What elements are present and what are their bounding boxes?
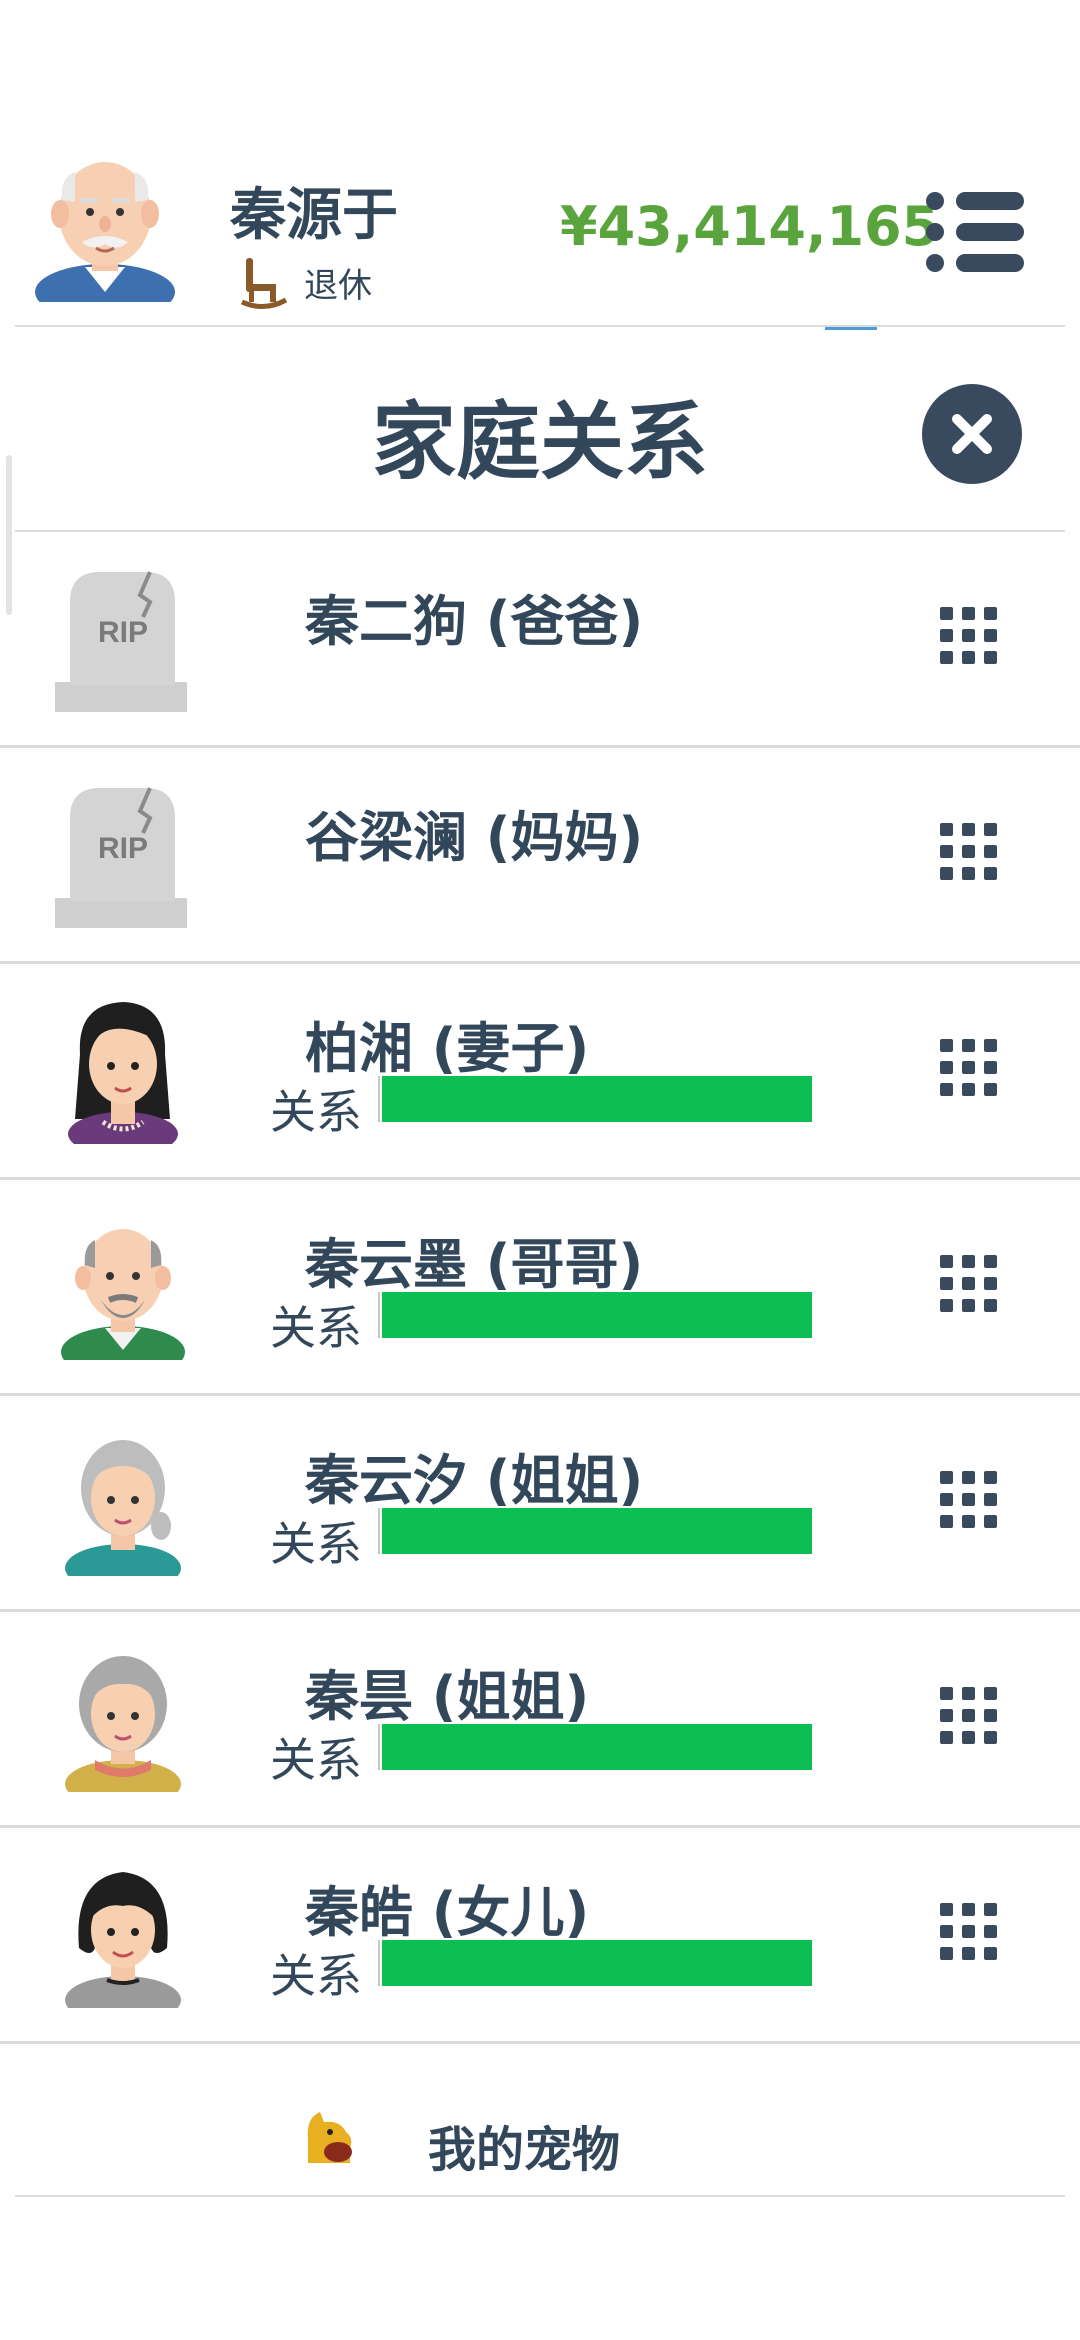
member-name: 柏湘 (妻子) — [305, 1017, 590, 1080]
money-display: ¥43,414,165 — [560, 195, 940, 258]
close-button[interactable] — [922, 384, 1022, 484]
header-accent-line — [825, 327, 877, 330]
list-item-older-sister[interactable]: 秦云汐 (姐姐) 关系 — [0, 1396, 1080, 1612]
menu-button[interactable] — [920, 182, 1030, 282]
member-name: 谷梁澜 (妈妈) — [305, 806, 644, 869]
player-name: 秦源于 — [230, 183, 398, 248]
player-header: 秦源于 退休 ¥43,414,165 — [0, 120, 1080, 325]
pets-divider — [15, 2195, 1065, 2197]
close-icon — [952, 414, 992, 454]
relationship-bar-fill — [382, 1076, 812, 1122]
svg-text:RIP: RIP — [98, 616, 148, 649]
old-man-avatar — [61, 1229, 185, 1360]
relationship-label: 关系 — [270, 1949, 362, 2003]
status-text: 退休 — [304, 265, 372, 306]
my-pets-button[interactable]: 我的宠物 — [0, 2050, 1080, 2200]
relationship-bar — [378, 1292, 812, 1338]
member-name: 秦二狗 (爸爸) — [305, 590, 644, 653]
header-divider — [15, 325, 1065, 327]
relationship-label: 关系 — [270, 1301, 362, 1355]
list-item-wife[interactable]: 柏湘 (妻子) 关系 — [0, 964, 1080, 1180]
rip-tombstone-icon: RIP — [55, 571, 187, 712]
svg-text:RIP: RIP — [98, 832, 148, 865]
relationship-label: 关系 — [270, 1733, 362, 1787]
relationship-bar — [378, 1508, 812, 1554]
relationship-bar — [378, 1076, 812, 1122]
list-item-older-sister[interactable]: 秦昙 (姐姐) 关系 — [0, 1612, 1080, 1828]
relationship-bar-fill — [382, 1292, 812, 1338]
member-actions-button[interactable] — [940, 823, 1000, 883]
player-avatar[interactable] — [30, 142, 180, 302]
member-name: 秦云汐 (姐姐) — [305, 1449, 644, 1512]
family-list: RIP 秦二狗 (爸爸) RIP 谷梁澜 (妈妈) 柏湘 (妻子) 关系 秦云墨… — [0, 532, 1080, 2044]
menu-icon — [926, 192, 944, 210]
relationship-bar-fill — [382, 1724, 812, 1770]
list-item-older-brother[interactable]: 秦云墨 (哥哥) 关系 — [0, 1180, 1080, 1396]
status-row: 退休 — [240, 252, 372, 312]
dog-icon — [307, 2112, 352, 2163]
relationship-label: 关系 — [270, 1517, 362, 1571]
relationship-bar-fill — [382, 1940, 812, 1986]
member-name: 秦皓 (女儿) — [305, 1881, 590, 1944]
woman-avatar — [65, 1872, 181, 2008]
relationship-bar-fill — [382, 1508, 812, 1554]
member-name: 秦云墨 (哥哥) — [305, 1233, 644, 1296]
member-actions-button[interactable] — [940, 1687, 1000, 1747]
rip-tombstone-icon: RIP — [55, 787, 187, 928]
rocking-chair-icon — [240, 258, 288, 309]
relationship-label: 关系 — [270, 1085, 362, 1139]
panel-title: 家庭关系 — [371, 393, 708, 491]
member-actions-button[interactable] — [940, 607, 1000, 667]
list-item-daughter[interactable]: 秦皓 (女儿) 关系 — [0, 1828, 1080, 2044]
relationship-bar — [378, 1724, 812, 1770]
member-actions-button[interactable] — [940, 1471, 1000, 1531]
member-actions-button[interactable] — [940, 1903, 1000, 1963]
young-woman-avatar — [68, 1002, 178, 1144]
relationship-bar — [378, 1940, 812, 1986]
list-item-mother[interactable]: RIP 谷梁澜 (妈妈) — [0, 748, 1080, 964]
old-woman-avatar — [65, 1656, 181, 1792]
list-item-father[interactable]: RIP 秦二狗 (爸爸) — [0, 532, 1080, 748]
old-woman-avatar — [65, 1440, 181, 1576]
my-pets-label: 我的宠物 — [428, 2122, 621, 2178]
member-actions-button[interactable] — [940, 1255, 1000, 1315]
member-actions-button[interactable] — [940, 1039, 1000, 1099]
member-name: 秦昙 (姐姐) — [305, 1665, 590, 1728]
